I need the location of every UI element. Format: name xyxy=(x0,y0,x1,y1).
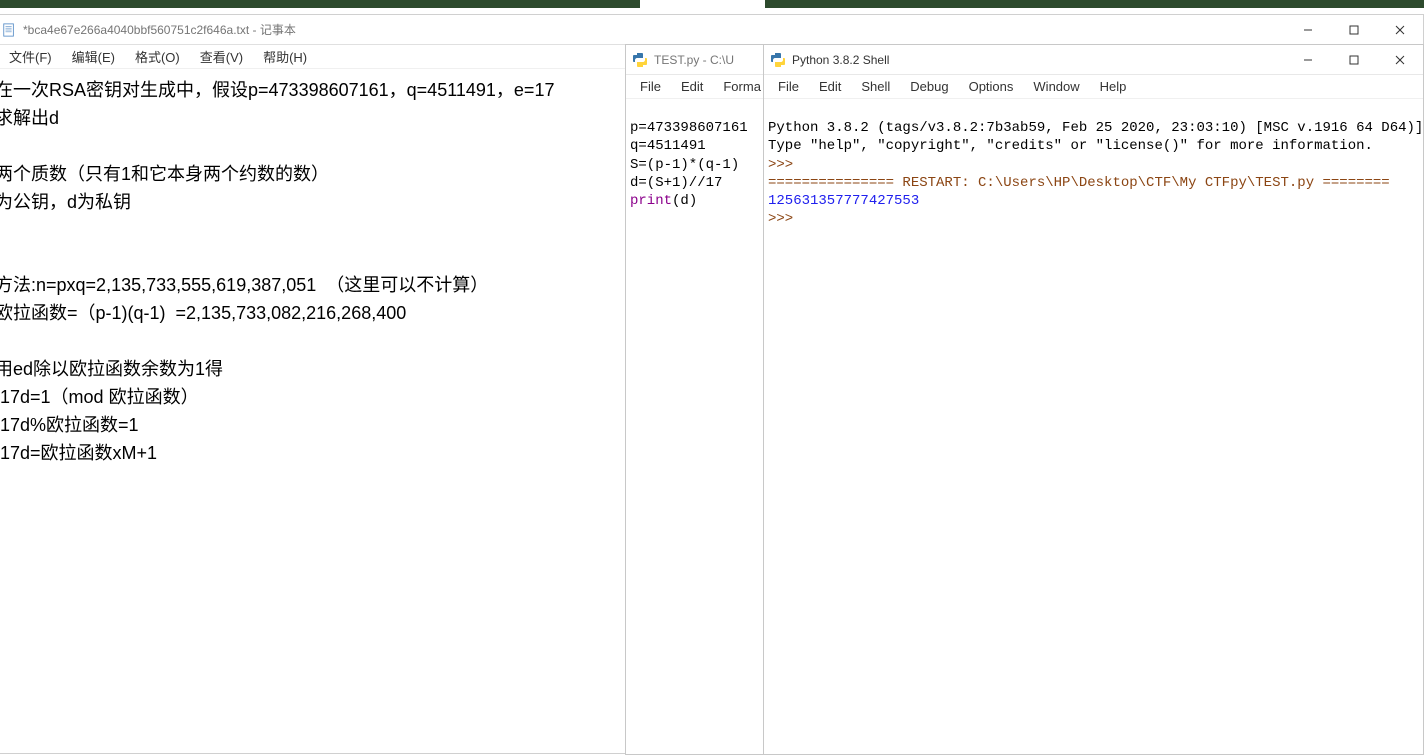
idle-editor-menubar: File Edit Forma xyxy=(626,75,764,99)
menu-file[interactable]: File xyxy=(630,77,671,96)
python-icon xyxy=(770,52,786,68)
python-shell-window: Python 3.8.2 Shell File Edit Shell Debug… xyxy=(763,44,1424,755)
menu-file[interactable]: File xyxy=(768,77,809,96)
python-shell-menubar: File Edit Shell Debug Options Window Hel… xyxy=(764,75,1423,99)
python-shell-title: Python 3.8.2 Shell xyxy=(792,53,1285,67)
menu-debug[interactable]: Debug xyxy=(900,77,958,96)
code-line: q=4511491 xyxy=(630,138,706,154)
menu-help[interactable]: 帮助(H) xyxy=(253,45,317,68)
menu-options[interactable]: Options xyxy=(959,77,1024,96)
idle-editor-content[interactable]: p=473398607161 q=4511491 S=(p-1)*(q-1) d… xyxy=(626,99,764,212)
minimize-button[interactable] xyxy=(1285,45,1331,75)
menu-file[interactable]: 文件(F) xyxy=(0,45,62,68)
close-button[interactable] xyxy=(1377,15,1423,45)
maximize-button[interactable] xyxy=(1331,45,1377,75)
maximize-button[interactable] xyxy=(1331,15,1377,45)
idle-editor-title: TEST.py - C:\U xyxy=(654,53,764,67)
idle-editor-window: TEST.py - C:\U File Edit Forma p=4733986… xyxy=(625,44,765,755)
menu-edit[interactable]: Edit xyxy=(671,77,713,96)
shell-prompt: >>> xyxy=(768,211,802,227)
menu-view[interactable]: 查看(V) xyxy=(190,45,253,68)
menu-window[interactable]: Window xyxy=(1023,77,1089,96)
notepad-titlebar[interactable]: *bca4e67e266a4040bbf560751c2f646a.txt - … xyxy=(0,15,1423,45)
idle-editor-titlebar[interactable]: TEST.py - C:\U xyxy=(626,45,764,75)
shell-prompt: >>> xyxy=(768,157,802,173)
minimize-button[interactable] xyxy=(1285,15,1331,45)
menu-format[interactable]: 格式(O) xyxy=(125,45,190,68)
python-shell-titlebar[interactable]: Python 3.8.2 Shell xyxy=(764,45,1423,75)
close-button[interactable] xyxy=(1377,45,1423,75)
shell-banner: Type "help", "copyright", "credits" or "… xyxy=(768,138,1373,154)
menu-help[interactable]: Help xyxy=(1090,77,1137,96)
menu-shell[interactable]: Shell xyxy=(851,77,900,96)
shell-restart: =============== RESTART: C:\Users\HP\Des… xyxy=(768,175,1390,191)
python-shell-content[interactable]: Python 3.8.2 (tags/v3.8.2:7b3ab59, Feb 2… xyxy=(764,99,1423,230)
notepad-title: *bca4e67e266a4040bbf560751c2f646a.txt - … xyxy=(23,21,1285,38)
code-line: S=(p-1)*(q-1) xyxy=(630,157,739,173)
code-line: d=(S+1)//17 xyxy=(630,175,722,191)
code-line: print(d) xyxy=(630,193,697,209)
shell-output: 125631357777427553 xyxy=(768,193,919,209)
menu-edit[interactable]: Edit xyxy=(809,77,851,96)
shell-banner: Python 3.8.2 (tags/v3.8.2:7b3ab59, Feb 2… xyxy=(768,120,1424,136)
python-icon xyxy=(632,52,648,68)
notepad-icon xyxy=(1,22,17,38)
menu-edit[interactable]: 编辑(E) xyxy=(62,45,125,68)
code-line: p=473398607161 xyxy=(630,120,748,136)
